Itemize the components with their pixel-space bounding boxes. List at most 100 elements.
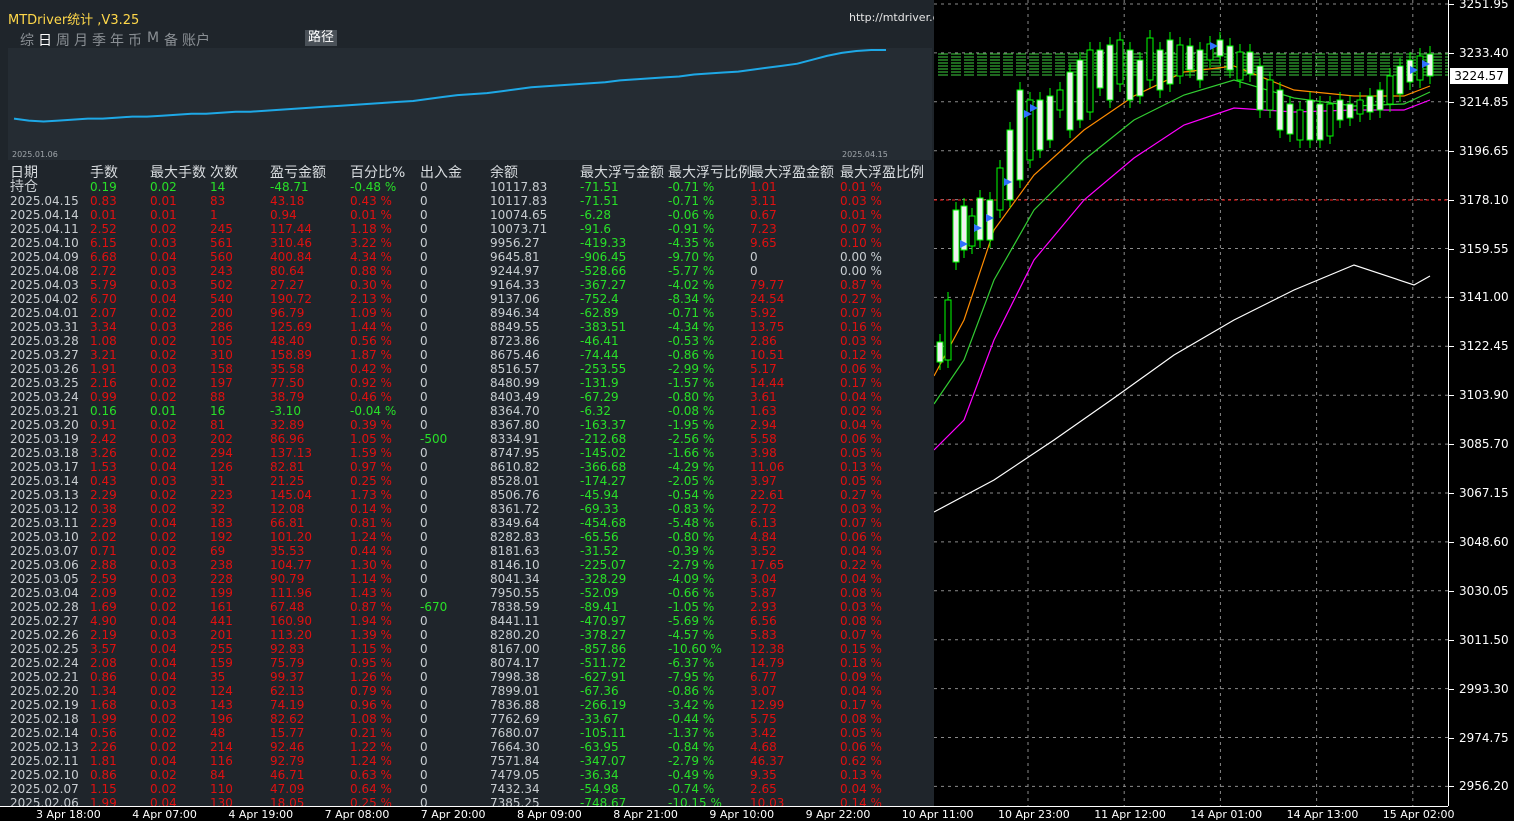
cell-5: 0.81 % (350, 516, 392, 530)
cell-5: 0.46 % (350, 390, 392, 404)
cell-9: -0.86 % (668, 348, 715, 362)
tab-6[interactable]: 币 (128, 30, 142, 50)
price-label: 3122.45 (1459, 339, 1509, 354)
table-row: 2025.03.27 3.21 0.02 310 158.89 1.87 % 0 8675.4… (0, 348, 934, 362)
cell-4: -3.10 (270, 404, 302, 418)
table-row: 2025.04.01 2.07 0.02 200 96.79 1.09 % 0 8946.34… (0, 306, 934, 320)
price-tick (1449, 150, 1454, 152)
cell-0: 2025.03.11 (10, 516, 79, 530)
cell-0: 2025.02.11 (10, 754, 79, 768)
cell-11: 0.12 % (840, 348, 882, 362)
candle-body (1076, 59, 1084, 121)
tab-8[interactable]: 备 (164, 30, 178, 50)
cell-0: 2025.02.19 (10, 698, 79, 712)
cell-7: 9244.97 (490, 264, 540, 278)
table-row: 2025.02.20 1.34 0.02 124 62.13 0.79 % 0 7899.01… (0, 684, 934, 698)
cell-1: 3.26 (90, 446, 117, 460)
candle-body (1086, 49, 1094, 113)
price-label: 3159.55 (1459, 241, 1509, 256)
cell-2: 0.03 (150, 474, 177, 488)
cell-8: -367.27 (580, 278, 627, 292)
price-chart[interactable] (934, 0, 1448, 806)
cell-9: -4.09 % (668, 572, 715, 586)
cell-11: 0.06 % (840, 362, 882, 376)
cell-10: 5.58 (750, 432, 777, 446)
cell-3: 540 (210, 292, 233, 306)
cell-4: 92.46 (270, 740, 305, 754)
cell-10: 79.77 (750, 278, 785, 292)
cell-5: 1.94 % (350, 614, 392, 628)
cell-6: 0 (420, 488, 428, 502)
cell-7: 8364.70 (490, 404, 540, 418)
cell-9: -0.71 % (668, 306, 715, 320)
cell-5: 1.09 % (350, 306, 392, 320)
cell-1: 2.72 (90, 264, 117, 278)
cell-4: 15.77 (270, 726, 305, 740)
cell-5: 0.43 % (350, 194, 392, 208)
tab-3[interactable]: 月 (74, 30, 88, 50)
cell-9: -2.79 % (668, 754, 715, 768)
cell-3: 310 (210, 348, 233, 362)
cell-7: 8441.11 (490, 614, 540, 628)
cell-9: -2.05 % (668, 474, 715, 488)
cell-6: 0 (420, 404, 428, 418)
cell-1: 0.91 (90, 418, 117, 432)
tab-9[interactable]: 账户 (182, 30, 210, 50)
cell-8: -105.11 (580, 726, 627, 740)
table-row: 2025.03.13 2.29 0.02 223 145.04 1.73 % 0 8506.7… (0, 488, 934, 502)
price-tick (1449, 52, 1454, 54)
cell-11: 0.07 % (840, 628, 882, 642)
table-row: 2025.03.19 2.42 0.03 202 86.96 1.05 % -500 8334… (0, 432, 934, 446)
cell-0: 2025.04.11 (10, 222, 79, 236)
cell-2: 0.04 (150, 614, 177, 628)
cell-1: 6.15 (90, 236, 117, 250)
cell-2: 0.03 (150, 278, 177, 292)
price-tick (1449, 541, 1454, 543)
path-button[interactable]: 路径 (305, 30, 337, 46)
candle-body (1286, 103, 1294, 135)
cell-10: 5.92 (750, 306, 777, 320)
tab-7[interactable]: M (146, 30, 160, 50)
cell-4: 92.79 (270, 754, 305, 768)
cell-10: 14.79 (750, 656, 785, 670)
cell-8: -71.51 (580, 180, 619, 194)
cell-8: -6.28 (580, 208, 612, 222)
cell-0: 2025.03.20 (10, 418, 79, 432)
cell-10: 3.07 (750, 684, 777, 698)
cell-4: 12.08 (270, 502, 305, 516)
candle-body (1246, 51, 1254, 75)
cell-4: 77.50 (270, 376, 305, 390)
cell-2: 0.02 (150, 502, 177, 516)
cell-10: 2.93 (750, 600, 777, 614)
tab-5[interactable]: 年 (110, 30, 124, 50)
cell-8: -328.29 (580, 572, 627, 586)
candle-body (952, 209, 960, 263)
cell-4: 125.69 (270, 320, 312, 334)
cell-2: 0.02 (150, 782, 177, 796)
cell-7: 8146.10 (490, 558, 540, 572)
cell-5: 1.26 % (350, 670, 392, 684)
candle-body (1366, 95, 1374, 113)
price-tick (1449, 297, 1454, 299)
candle-body (1006, 129, 1014, 201)
cell-4: 38.79 (270, 390, 305, 404)
equity-end-date: 2025.04.15 (842, 150, 888, 159)
cell-2: 0.04 (150, 796, 177, 806)
cell-5: 0.88 % (350, 264, 392, 278)
cell-2: 0.03 (150, 432, 177, 446)
cell-6: 0 (420, 348, 428, 362)
cell-11: 0.07 % (840, 306, 882, 320)
cell-3: 183 (210, 516, 233, 530)
tab-1[interactable]: 日 (38, 30, 52, 50)
tab-4[interactable]: 季 (92, 30, 106, 50)
cell-6: 0 (420, 656, 428, 670)
tab-0[interactable]: 综 (20, 30, 34, 50)
table-row: 2025.02.24 2.08 0.04 159 75.79 0.95 % 0 8074.17… (0, 656, 934, 670)
tab-2[interactable]: 周 (56, 30, 70, 50)
cell-3: 35 (210, 670, 226, 684)
cell-10: 2.72 (750, 502, 777, 516)
cell-2: 0.02 (150, 586, 177, 600)
cell-8: -31.52 (580, 544, 619, 558)
cell-9: -0.91 % (668, 222, 715, 236)
panel-url-link[interactable]: http://mtdriver.cn (849, 11, 934, 24)
